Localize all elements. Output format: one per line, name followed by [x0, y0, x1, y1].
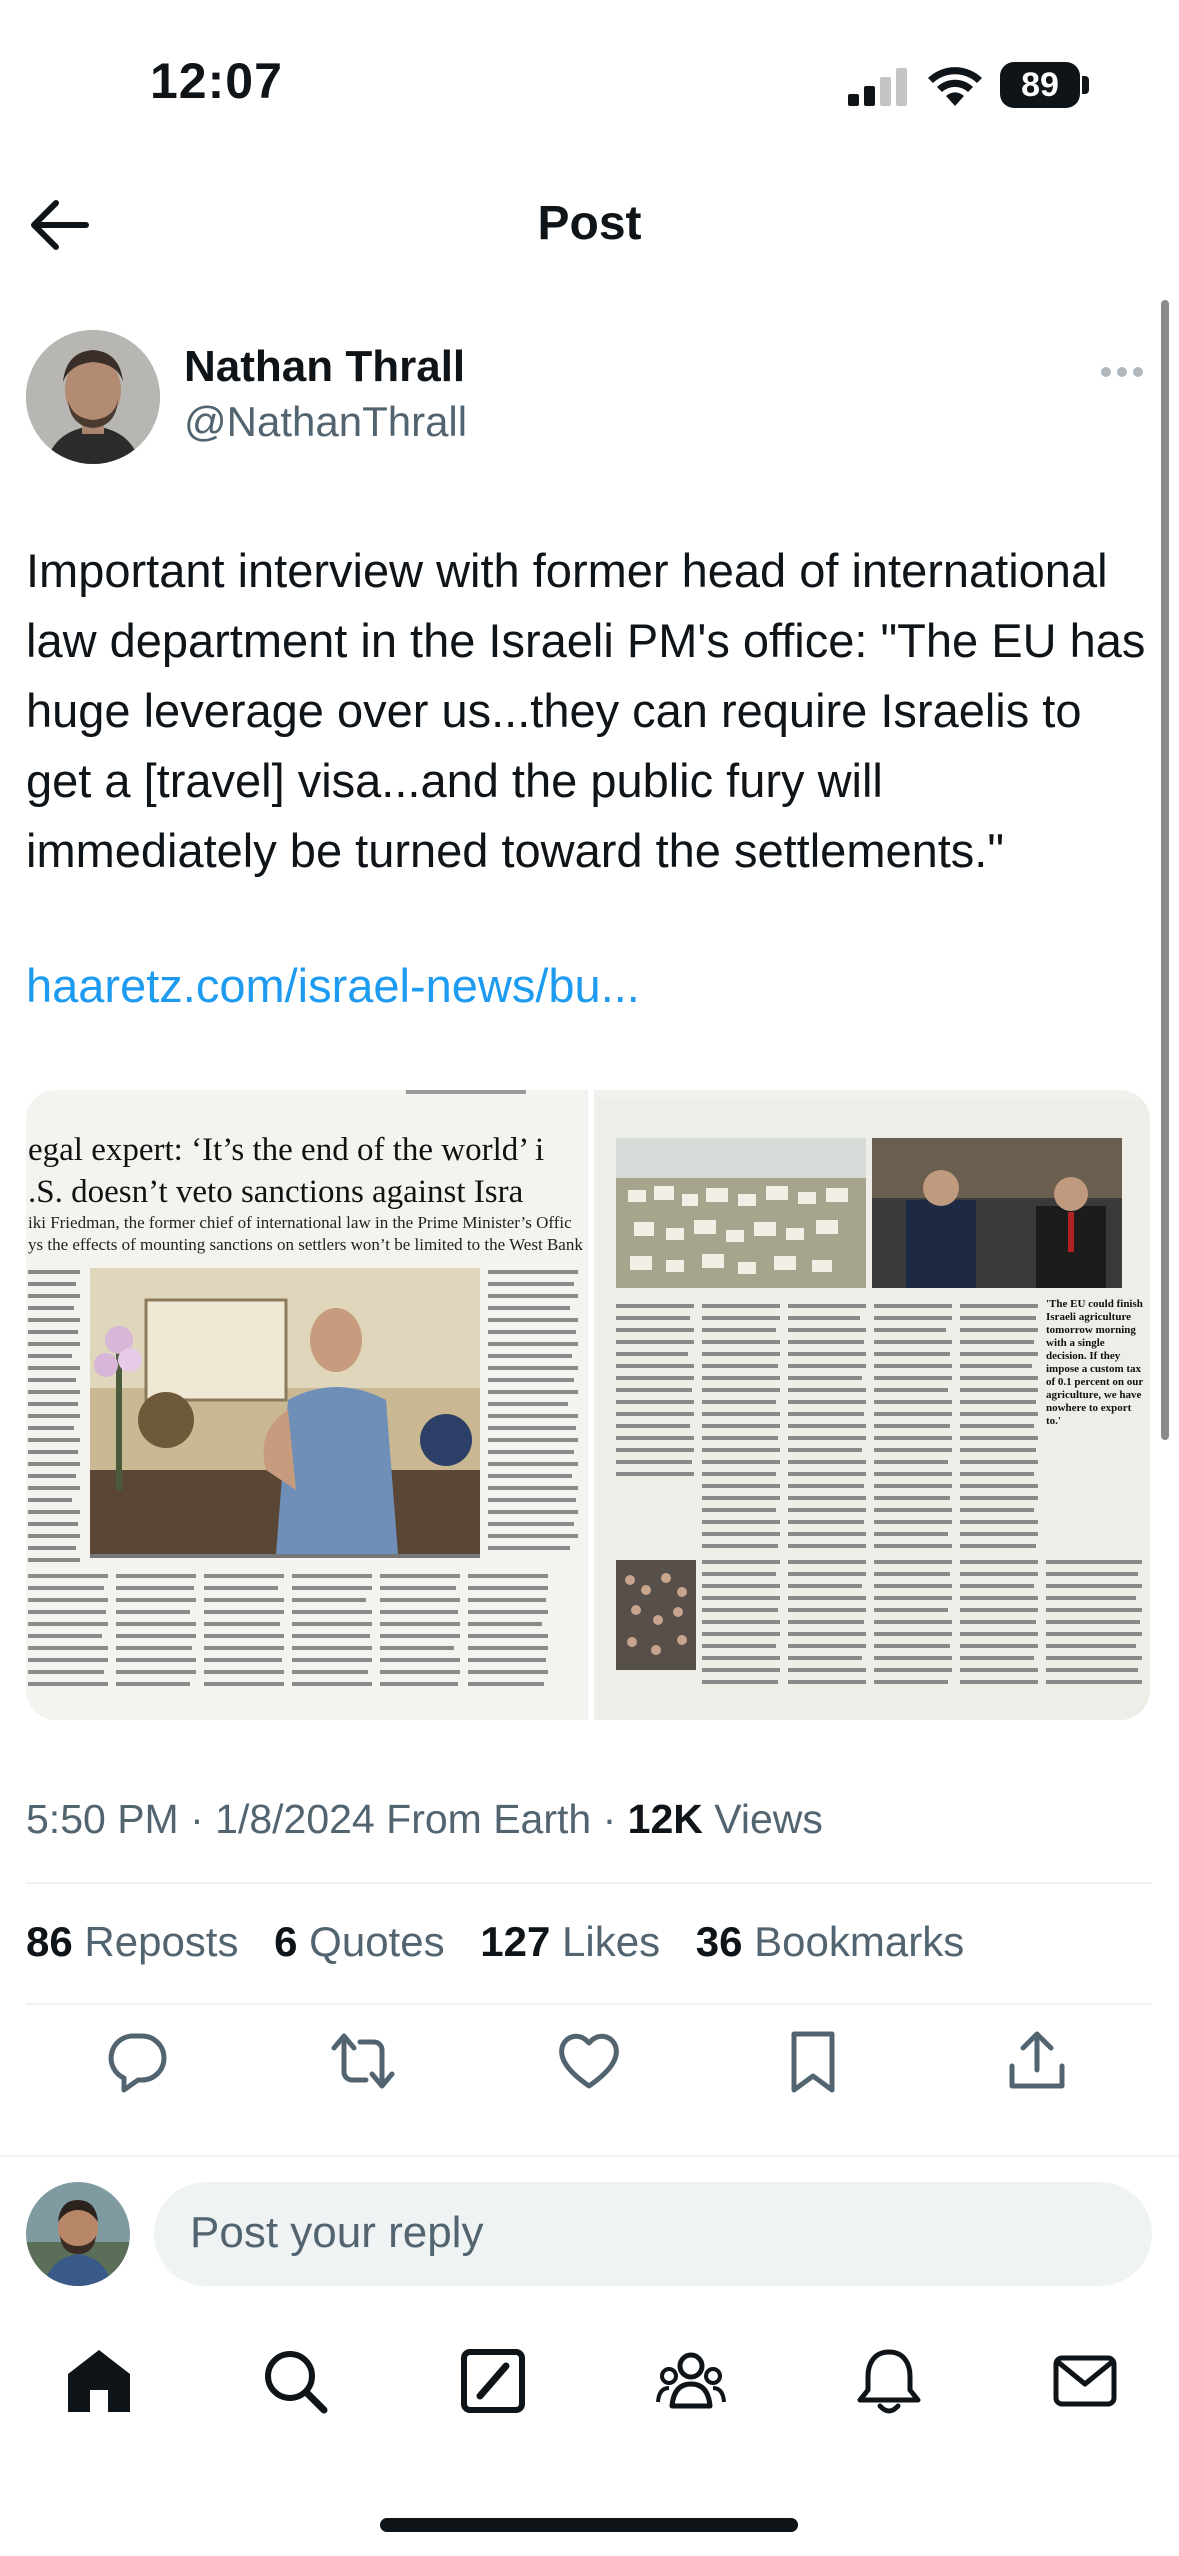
search-icon[interactable] [260, 2346, 330, 2416]
headline-line-1: egal expert: ‘It’s the end of the world’… [28, 1132, 544, 1168]
home-indicator[interactable] [380, 2518, 798, 2532]
battery-cap [1082, 76, 1089, 94]
post-time: 5:50 PM [26, 1796, 179, 1842]
scrollbar[interactable] [1161, 300, 1169, 1440]
headline-line-2: .S. doesn’t veto sanctions against Isra [28, 1174, 524, 1210]
divider [26, 1882, 1152, 1884]
views-count: 12K [627, 1796, 703, 1842]
wifi-icon [928, 67, 982, 106]
like-icon[interactable] [556, 2028, 622, 2094]
post-metadata: 5:50 PM · 1/8/2024 From Earth · 12K View… [26, 1796, 823, 1842]
communities-icon[interactable] [656, 2346, 726, 2416]
repost-icon[interactable] [330, 2028, 396, 2094]
engagement-stats: 86 Reposts 6 Quotes 127 Likes 36 Bookmar… [26, 1918, 988, 1966]
user-avatar[interactable] [26, 2182, 130, 2286]
page-title: Post [537, 197, 642, 250]
messages-icon[interactable] [1050, 2346, 1120, 2416]
battery-indicator: 89 [1000, 62, 1080, 108]
home-icon[interactable] [64, 2346, 134, 2416]
reply-icon[interactable] [104, 2028, 170, 2094]
bookmarks-stat[interactable]: 36 Bookmarks [696, 1918, 964, 1965]
quotes-stat[interactable]: 6 Quotes [274, 1918, 444, 1965]
divider [26, 2003, 1152, 2005]
post-source: From Earth [386, 1796, 592, 1842]
newspaper-image[interactable]: egal expert: ‘It’s the end of the world’… [26, 1090, 1150, 1720]
cellular-signal-icon [848, 68, 907, 106]
reply-placeholder: Post your reply [190, 2208, 484, 2257]
tweet-text: Important interview with former head of … [26, 544, 1146, 877]
author-name[interactable]: Nathan Thrall [184, 342, 465, 392]
reposts-stat[interactable]: 86 Reposts [26, 1918, 238, 1965]
article-link[interactable]: haaretz.com/israel-news/bu... [26, 958, 640, 1013]
status-time: 12:07 [150, 53, 283, 109]
subhead-line-2: ys the effects of mounting sanctions on … [28, 1235, 583, 1254]
author-handle[interactable]: @NathanThrall [184, 398, 467, 446]
subhead-line-1: iki Friedman, the former chief of intern… [28, 1213, 572, 1232]
pull-quote: 'The EU could finish Israeli agriculture… [1046, 1298, 1144, 1427]
post-date: 1/8/2024 [215, 1796, 375, 1842]
more-options-icon[interactable] [1100, 366, 1144, 378]
grok-icon[interactable] [458, 2346, 528, 2416]
author-avatar[interactable] [26, 330, 160, 464]
bookmark-icon[interactable] [780, 2028, 846, 2094]
divider [0, 2155, 1179, 2157]
views-label: Views [714, 1796, 823, 1842]
notifications-icon[interactable] [854, 2346, 924, 2416]
share-icon[interactable] [1004, 2028, 1070, 2094]
likes-stat[interactable]: 127 Likes [480, 1918, 660, 1965]
